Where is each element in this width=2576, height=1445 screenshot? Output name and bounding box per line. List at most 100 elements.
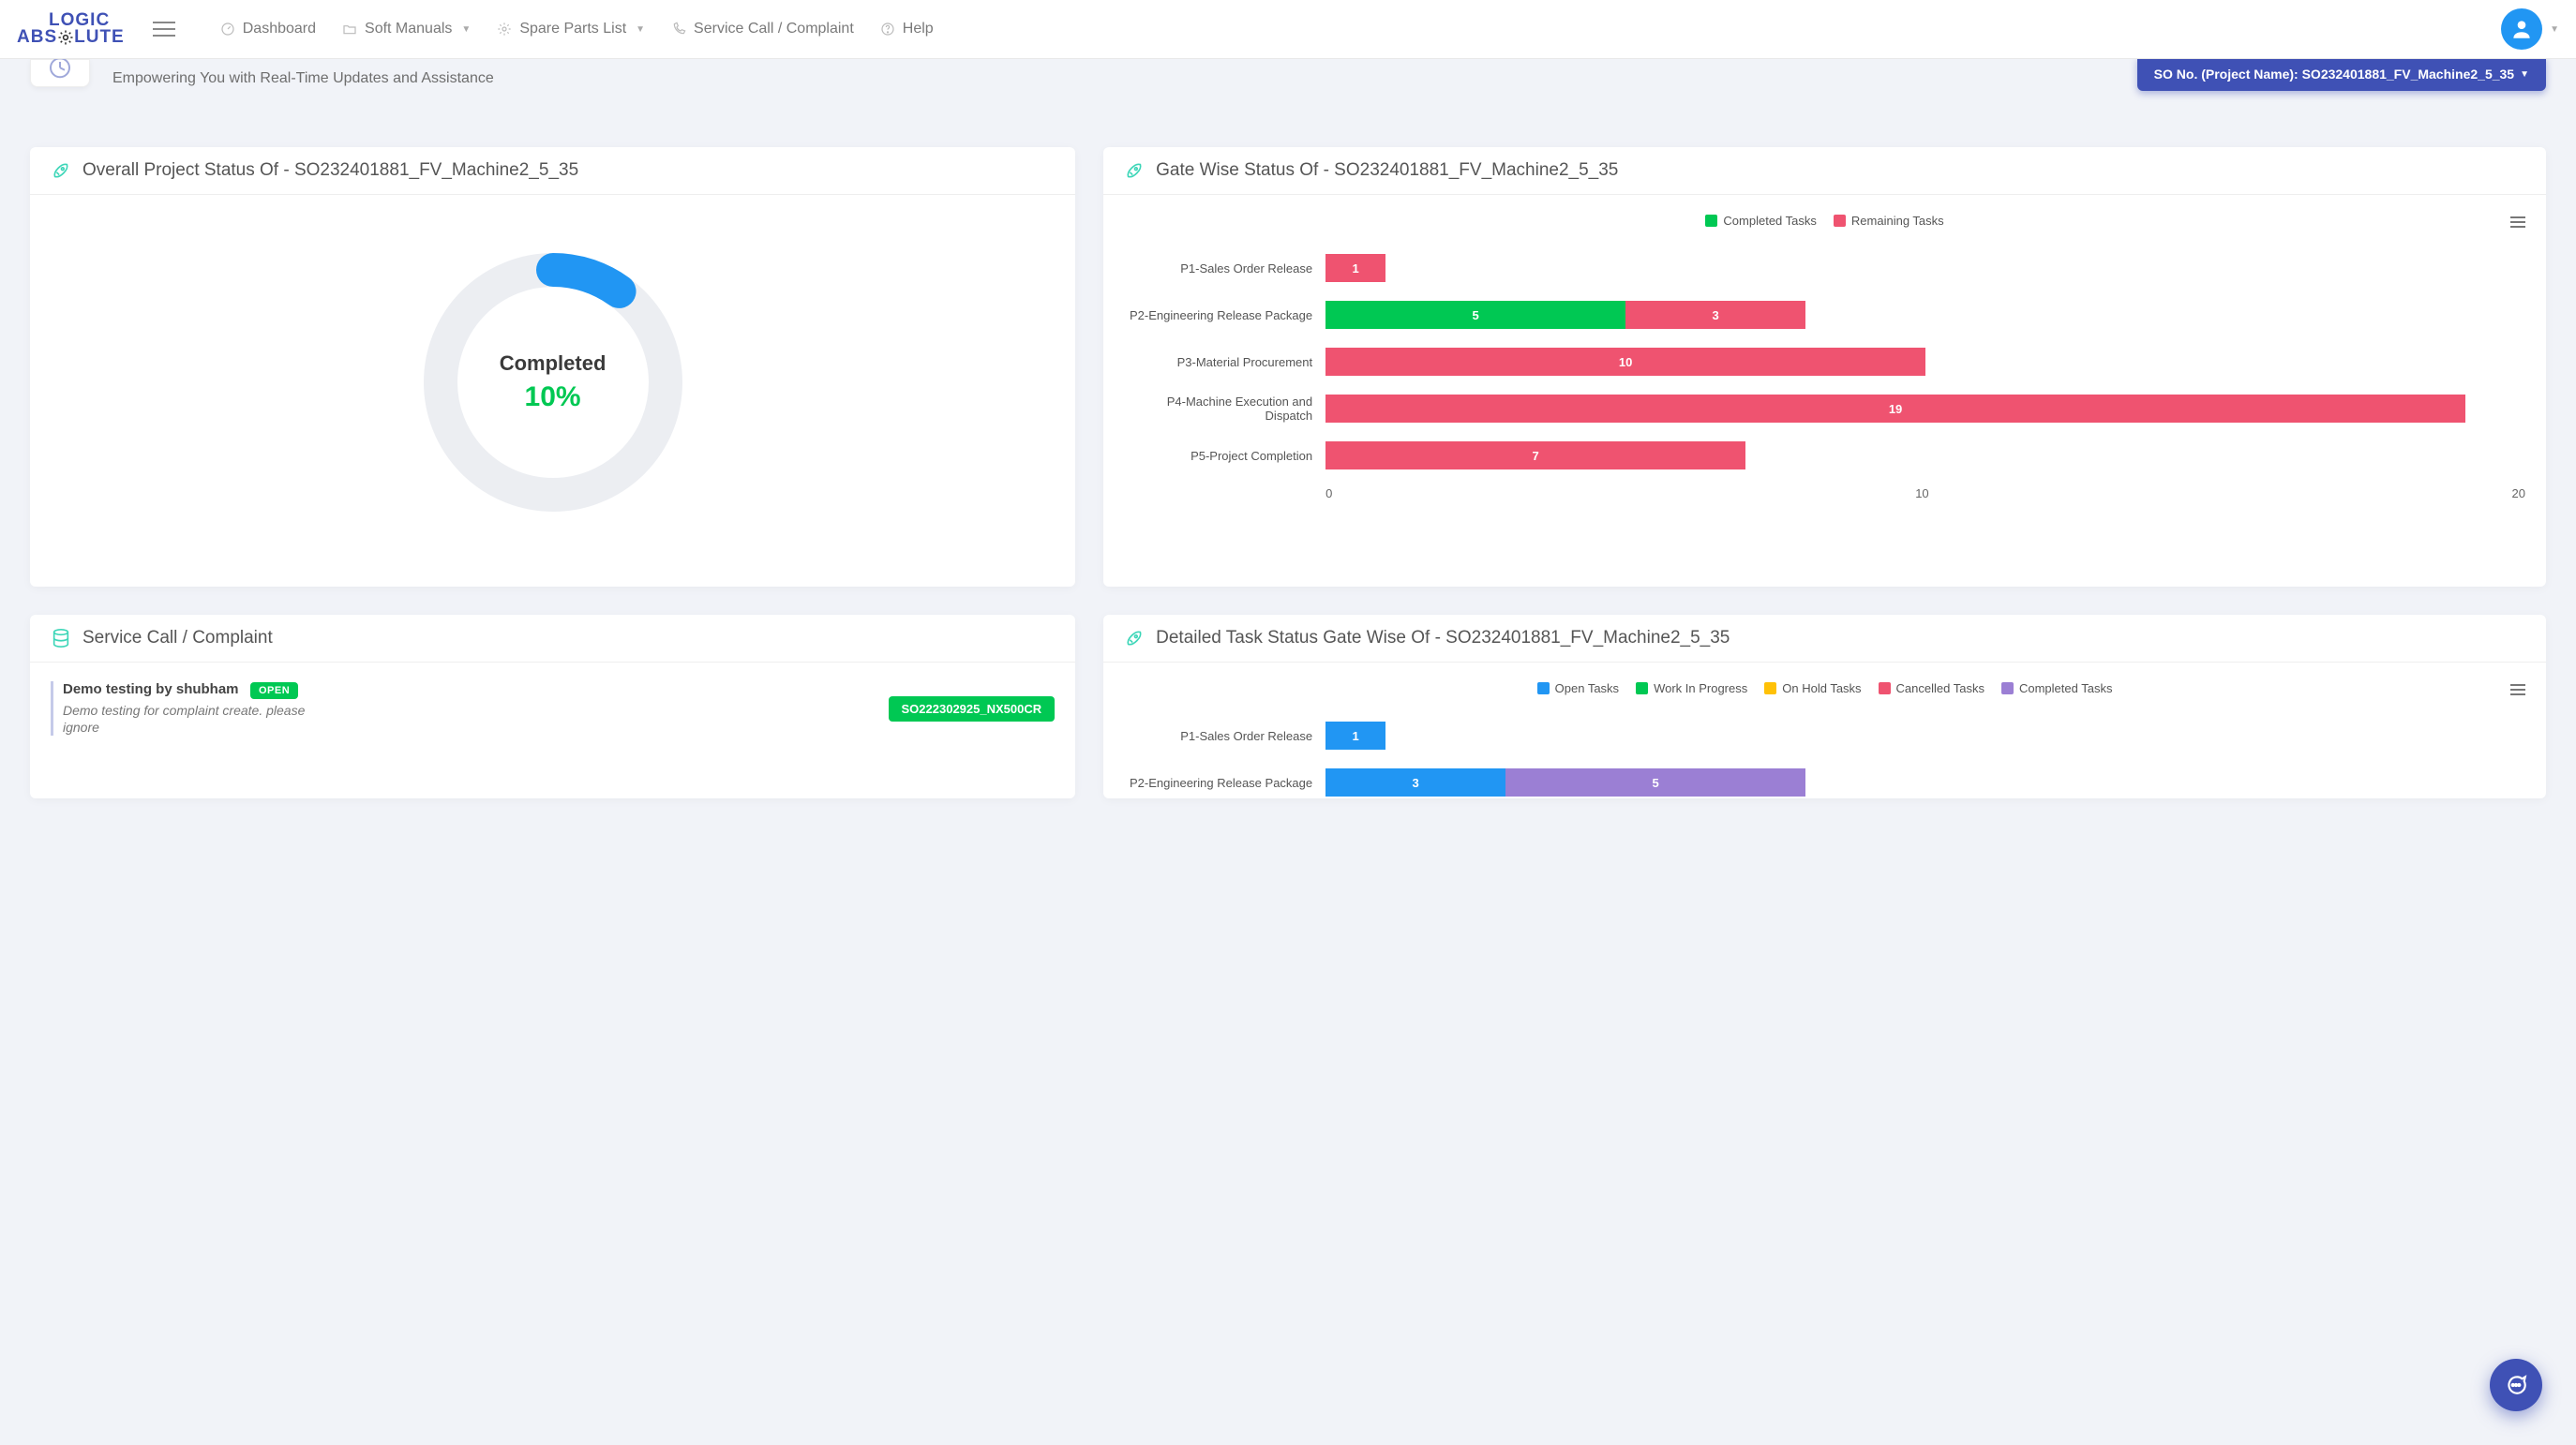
- so-label: SO No. (Project Name): SO232401881_FV_Ma…: [2154, 67, 2514, 82]
- menu-toggle-icon[interactable]: [153, 17, 175, 41]
- complaint-item[interactable]: Demo testing by shubham OPEN Demo testin…: [51, 681, 1055, 736]
- rocket-icon: [1124, 160, 1145, 181]
- gatewise-status-card: Gate Wise Status Of - SO232401881_FV_Mac…: [1103, 147, 2546, 587]
- legend-label: Cancelled Tasks: [1896, 681, 1984, 695]
- donut-percent: 10%: [525, 381, 581, 413]
- clock-card: [30, 59, 90, 87]
- bar-category-label: P5-Project Completion: [1124, 449, 1325, 463]
- so-badge[interactable]: SO222302925_NX500CR: [889, 696, 1056, 722]
- donut-label: Completed: [500, 351, 607, 376]
- bar-row: P1-Sales Order Release1: [1124, 245, 2525, 291]
- nav-label: Service Call / Complaint: [694, 21, 854, 37]
- rocket-icon: [1124, 628, 1145, 648]
- chevron-down-icon: ▼: [636, 24, 645, 35]
- service-call-card: Service Call / Complaint Demo testing by…: [30, 615, 1075, 798]
- bar-track: 19: [1325, 395, 2525, 423]
- chevron-down-icon: ▼: [2520, 69, 2529, 80]
- card-title: Overall Project Status Of - SO232401881_…: [82, 160, 578, 181]
- x-axis: 0 10 20: [1325, 479, 2525, 500]
- phone-icon: [671, 22, 686, 37]
- bar-row: P3-Material Procurement10: [1124, 338, 2525, 385]
- complaint-desc: Demo testing for complaint create. pleas…: [63, 702, 332, 736]
- banner: Empowering You with Real-Time Updates an…: [30, 59, 2546, 91]
- so-dropdown[interactable]: SO No. (Project Name): SO232401881_FV_Ma…: [2137, 57, 2546, 91]
- nav-spare-parts[interactable]: Spare Parts List ▼: [497, 21, 645, 37]
- detailed-status-card: Detailed Task Status Gate Wise Of - SO23…: [1103, 615, 2546, 798]
- nav-label: Dashboard: [243, 21, 316, 37]
- axis-tick: 10: [1915, 486, 1928, 500]
- bar-category-label: P1-Sales Order Release: [1124, 729, 1325, 743]
- bar-track: 1: [1325, 254, 2525, 282]
- bar-segment: 1: [1325, 254, 1385, 282]
- help-icon: [880, 22, 895, 37]
- bar-segment: 5: [1505, 768, 1805, 797]
- bar-row: P5-Project Completion7: [1124, 432, 2525, 479]
- axis-tick: 20: [2512, 486, 2525, 500]
- database-icon: [51, 628, 71, 648]
- bar-category-label: P4-Machine Execution and Dispatch: [1124, 395, 1325, 423]
- bar-track: 10: [1325, 348, 2525, 376]
- chart-legend: Open Tasks Work In Progress On Hold Task…: [1537, 681, 2113, 695]
- avatar-icon: [2501, 8, 2542, 50]
- bar-category-label: P1-Sales Order Release: [1124, 261, 1325, 276]
- bar-track: 53: [1325, 301, 2525, 329]
- rocket-icon: [51, 160, 71, 181]
- user-menu[interactable]: ▼: [2501, 8, 2559, 50]
- bar-category-label: P2-Engineering Release Package: [1124, 776, 1325, 790]
- axis-tick: 0: [1325, 486, 1332, 500]
- bar-segment: 10: [1325, 348, 1925, 376]
- main-nav: Dashboard Soft Manuals ▼ Spare Parts Lis…: [220, 21, 2501, 37]
- bar-track: 1: [1325, 722, 2525, 750]
- chart-menu-icon[interactable]: [2510, 214, 2525, 231]
- legend-label: Completed Tasks: [2019, 681, 2112, 695]
- completion-donut: Completed 10%: [412, 242, 694, 523]
- legend-label: Work In Progress: [1654, 681, 1747, 695]
- nav-label: Help: [903, 21, 934, 37]
- cog-icon: [497, 22, 512, 37]
- bar-segment: 5: [1325, 301, 1625, 329]
- bar-track: 7: [1325, 441, 2525, 469]
- legend-label: On Hold Tasks: [1782, 681, 1861, 695]
- gauge-icon: [220, 22, 235, 37]
- logo-text-top: LOGIC: [49, 12, 110, 28]
- app-logo: LOGIC ABS LUTE: [17, 12, 125, 45]
- nav-dashboard[interactable]: Dashboard: [220, 21, 316, 37]
- bar-row: P2-Engineering Release Package35: [1124, 759, 2525, 798]
- detailed-bar-chart: P1-Sales Order Release1P2-Engineering Re…: [1124, 712, 2525, 798]
- nav-label: Spare Parts List: [519, 21, 626, 37]
- nav-help[interactable]: Help: [880, 21, 934, 37]
- status-badge: OPEN: [250, 682, 298, 699]
- chevron-down-icon: ▼: [461, 24, 471, 35]
- bar-row: P1-Sales Order Release1: [1124, 712, 2525, 759]
- bar-track: 35: [1325, 768, 2525, 797]
- card-title: Gate Wise Status Of - SO232401881_FV_Mac…: [1156, 160, 1618, 181]
- overall-status-card: Overall Project Status Of - SO232401881_…: [30, 147, 1075, 587]
- top-header: LOGIC ABS LUTE Dashboard Soft Manuals ▼ …: [0, 0, 2576, 59]
- nav-label: Soft Manuals: [365, 21, 452, 37]
- legend-label: Remaining Tasks: [1851, 214, 1944, 228]
- chart-legend: Completed Tasks Remaining Tasks: [1705, 214, 1943, 228]
- bar-row: P4-Machine Execution and Dispatch19: [1124, 385, 2525, 432]
- chat-icon: [2504, 1373, 2528, 1397]
- chat-fab[interactable]: [2490, 1359, 2542, 1411]
- gear-icon: [57, 29, 74, 46]
- nav-service-call[interactable]: Service Call / Complaint: [671, 21, 854, 37]
- bar-segment: 1: [1325, 722, 1385, 750]
- legend-label: Open Tasks: [1555, 681, 1619, 695]
- chart-menu-icon[interactable]: [2510, 681, 2525, 698]
- folder-icon: [342, 22, 357, 37]
- bar-segment: 19: [1325, 395, 2465, 423]
- bar-row: P2-Engineering Release Package53: [1124, 291, 2525, 338]
- gatewise-bar-chart: P1-Sales Order Release1P2-Engineering Re…: [1124, 245, 2525, 479]
- bar-segment: 3: [1325, 768, 1505, 797]
- bar-category-label: P2-Engineering Release Package: [1124, 308, 1325, 322]
- legend-label: Completed Tasks: [1723, 214, 1816, 228]
- logo-text-bottom: ABS LUTE: [17, 29, 125, 46]
- card-title: Detailed Task Status Gate Wise Of - SO23…: [1156, 628, 1730, 648]
- bar-segment: 3: [1625, 301, 1805, 329]
- card-title: Service Call / Complaint: [82, 628, 273, 648]
- banner-subtitle: Empowering You with Real-Time Updates an…: [112, 59, 494, 87]
- nav-soft-manuals[interactable]: Soft Manuals ▼: [342, 21, 471, 37]
- chevron-down-icon: ▼: [2550, 24, 2559, 35]
- bar-category-label: P3-Material Procurement: [1124, 355, 1325, 369]
